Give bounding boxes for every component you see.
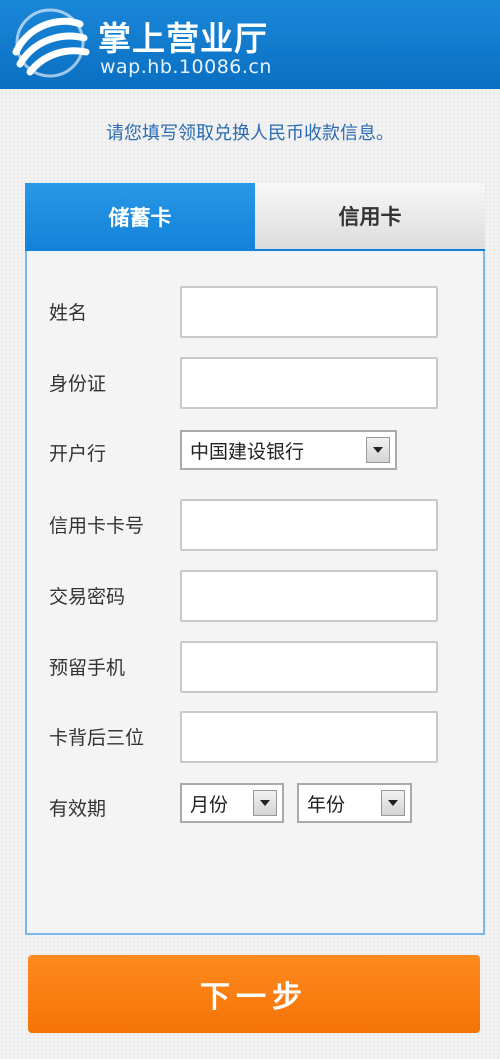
phone-input[interactable] (180, 641, 438, 693)
month-select-value: 月份 (190, 793, 229, 816)
bank-select-value: 中国建设银行 (190, 440, 305, 463)
card-number-label: 信用卡卡号 (49, 515, 145, 537)
cvv-input[interactable] (180, 711, 438, 763)
next-step-button[interactable]: 下一步 (28, 955, 480, 1033)
id-number-label: 身份证 (49, 373, 107, 395)
tab-credit-card[interactable]: 信用卡 (255, 183, 485, 251)
cvv-label: 卡背后三位 (49, 727, 145, 749)
password-label: 交易密码 (49, 586, 126, 608)
year-select-value: 年份 (307, 793, 346, 816)
bank-label: 开户行 (49, 443, 107, 465)
name-input[interactable] (180, 286, 438, 338)
app-url: wap.hb.10086.cn (100, 56, 272, 78)
card-number-input[interactable] (180, 499, 438, 551)
chevron-down-icon (366, 437, 390, 463)
tab-debit-card[interactable]: 储蓄卡 (25, 183, 255, 251)
expiry-year-select[interactable]: 年份 (297, 783, 412, 823)
expiry-label: 有效期 (49, 798, 107, 820)
name-label: 姓名 (49, 302, 88, 324)
password-input[interactable] (180, 570, 438, 622)
id-number-input[interactable] (180, 357, 438, 409)
app-header: 掌上营业厅 wap.hb.10086.cn (0, 0, 500, 89)
chevron-down-icon (253, 790, 277, 816)
phone-label: 预留手机 (49, 657, 126, 679)
form-panel: 姓名 身份证 开户行 中国建设银行 信用卡卡号 交易密码 预留手机 卡背后三位 … (25, 251, 485, 935)
bank-select[interactable]: 中国建设银行 (180, 430, 397, 470)
card-type-tabs: 储蓄卡 信用卡 (25, 183, 485, 251)
chevron-down-icon (381, 790, 405, 816)
notice-text: 请您填写领取兑换人民币收款信息。 (106, 123, 394, 144)
china-mobile-logo-icon (12, 8, 90, 78)
app-title: 掌上营业厅 (98, 19, 268, 58)
expiry-month-select[interactable]: 月份 (180, 783, 284, 823)
